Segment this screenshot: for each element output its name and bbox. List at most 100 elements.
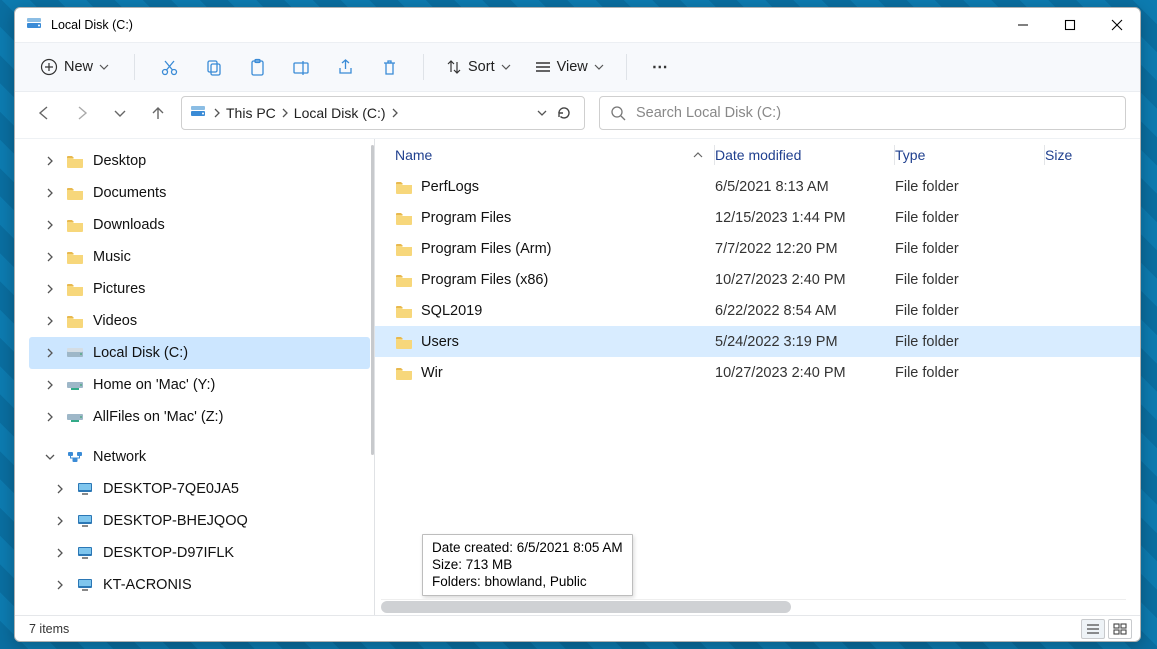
- new-label: New: [64, 59, 93, 75]
- drive-icon: [190, 105, 206, 121]
- back-button[interactable]: [35, 104, 53, 122]
- chevron-down-icon[interactable]: [536, 107, 548, 119]
- expander-icon[interactable]: [43, 156, 57, 166]
- share-button[interactable]: [325, 49, 365, 85]
- search-input[interactable]: [636, 105, 1115, 121]
- pc-icon: [75, 546, 95, 560]
- sidebar-item[interactable]: DESKTOP-D97IFLK: [29, 537, 374, 569]
- expander-icon[interactable]: [53, 580, 67, 590]
- sidebar-item[interactable]: DESKTOP-7QE0JA5: [29, 473, 374, 505]
- breadcrumb[interactable]: This PC Local Disk (C:): [181, 96, 585, 130]
- expander-icon[interactable]: [43, 252, 57, 262]
- expander-icon[interactable]: [43, 452, 57, 462]
- recent-button[interactable]: [111, 104, 129, 122]
- close-button[interactable]: [1093, 8, 1140, 42]
- file-type: File folder: [895, 334, 1045, 350]
- tooltip-line: Date created: 6/5/2021 8:05 AM: [432, 539, 623, 556]
- column-size[interactable]: Size: [1045, 139, 1072, 171]
- view-button[interactable]: View: [527, 54, 612, 80]
- new-button[interactable]: New: [29, 52, 120, 82]
- table-row[interactable]: Program Files12/15/2023 1:44 PMFile fold…: [375, 202, 1140, 233]
- file-name: Program Files: [421, 210, 511, 226]
- expander-icon[interactable]: [43, 380, 57, 390]
- expander-icon[interactable]: [53, 548, 67, 558]
- delete-button[interactable]: [369, 49, 409, 85]
- tooltip: Date created: 6/5/2021 8:05 AM Size: 713…: [422, 534, 633, 596]
- table-row[interactable]: Program Files (x86)10/27/2023 2:40 PMFil…: [375, 264, 1140, 295]
- crumb-local-disk[interactable]: Local Disk (C:): [294, 105, 386, 121]
- pc-icon: [75, 578, 95, 592]
- sidebar-item[interactable]: Home on 'Mac' (Y:): [29, 369, 374, 401]
- sidebar-item-label: Documents: [93, 185, 166, 201]
- file-name: SQL2019: [421, 303, 482, 319]
- sort-button[interactable]: Sort: [438, 54, 519, 80]
- expander-icon[interactable]: [53, 484, 67, 494]
- sidebar-item[interactable]: Local Disk (C:): [29, 337, 370, 369]
- file-name: Program Files (Arm): [421, 241, 552, 257]
- expander-icon[interactable]: [43, 220, 57, 230]
- rename-button[interactable]: [281, 49, 321, 85]
- forward-button[interactable]: [73, 104, 91, 122]
- column-type[interactable]: Type: [895, 139, 1045, 171]
- sidebar-item-label: Desktop: [93, 153, 146, 169]
- folder-icon: [395, 211, 413, 225]
- tooltip-line: Folders: bhowland, Public: [432, 573, 623, 590]
- expander-icon[interactable]: [53, 516, 67, 526]
- file-date: 12/15/2023 1:44 PM: [715, 210, 895, 226]
- chevron-right-icon[interactable]: [212, 108, 222, 118]
- copy-button[interactable]: [193, 49, 233, 85]
- horizontal-scrollbar[interactable]: [381, 599, 1126, 613]
- sidebar-item[interactable]: Videos: [29, 305, 374, 337]
- separator: [423, 54, 424, 80]
- expander-icon[interactable]: [43, 284, 57, 294]
- column-name[interactable]: Name: [395, 139, 715, 171]
- sidebar-item[interactable]: KT-ACRONIS: [29, 569, 374, 601]
- table-row[interactable]: SQL20196/22/2022 8:54 AMFile folder: [375, 295, 1140, 326]
- expander-icon[interactable]: [43, 316, 57, 326]
- folder-icon: [65, 154, 85, 168]
- more-button[interactable]: ⋯: [641, 49, 681, 85]
- sidebar-item[interactable]: AllFiles on 'Mac' (Z:): [29, 401, 374, 433]
- file-type: File folder: [895, 365, 1045, 381]
- paste-button[interactable]: [237, 49, 277, 85]
- minimize-button[interactable]: [999, 8, 1046, 42]
- column-date[interactable]: Date modified: [715, 139, 895, 171]
- up-button[interactable]: [149, 104, 167, 122]
- separator: [134, 54, 135, 80]
- chevron-down-icon: [99, 62, 109, 72]
- thumbnails-view-button[interactable]: [1108, 619, 1132, 639]
- sidebar-item[interactable]: Network: [29, 441, 374, 473]
- table-row[interactable]: Wir10/27/2023 2:40 PMFile folder: [375, 357, 1140, 388]
- chevron-right-icon[interactable]: [390, 108, 400, 118]
- sidebar-item[interactable]: Downloads: [29, 209, 374, 241]
- content-area: Name Date modified Type Size PerfLogs6/5…: [375, 139, 1140, 615]
- sidebar-item[interactable]: Music: [29, 241, 374, 273]
- expander-icon[interactable]: [43, 188, 57, 198]
- navigation-row: This PC Local Disk (C:): [15, 92, 1140, 138]
- expander-icon[interactable]: [43, 412, 57, 422]
- folder-icon: [65, 218, 85, 232]
- sidebar-item[interactable]: Desktop: [29, 145, 374, 177]
- scrollbar[interactable]: [371, 145, 374, 455]
- titlebar[interactable]: Local Disk (C:): [15, 8, 1140, 42]
- file-name: PerfLogs: [421, 179, 479, 195]
- sidebar-item-label: KT-ACRONIS: [103, 577, 192, 593]
- table-row[interactable]: Users5/24/2022 3:19 PMFile folder: [375, 326, 1140, 357]
- sidebar-item[interactable]: DESKTOP-BHEJQOQ: [29, 505, 374, 537]
- sidebar-item[interactable]: Pictures: [29, 273, 374, 305]
- expander-icon[interactable]: [43, 348, 57, 358]
- file-name: Wir: [421, 365, 443, 381]
- details-view-button[interactable]: [1081, 619, 1105, 639]
- cut-button[interactable]: [149, 49, 189, 85]
- maximize-button[interactable]: [1046, 8, 1093, 42]
- search-box[interactable]: [599, 96, 1126, 130]
- column-headers: Name Date modified Type Size: [375, 139, 1140, 171]
- sidebar[interactable]: Desktop Documents DownloadsMusicPicturesVi…: [15, 139, 375, 615]
- sidebar-item-label: DESKTOP-7QE0JA5: [103, 481, 239, 497]
- table-row[interactable]: Program Files (Arm)7/7/2022 12:20 PMFile…: [375, 233, 1140, 264]
- sidebar-item[interactable]: Documents: [29, 177, 374, 209]
- crumb-this-pc[interactable]: This PC: [226, 105, 276, 121]
- refresh-button[interactable]: [552, 101, 576, 125]
- chevron-right-icon[interactable]: [280, 108, 290, 118]
- table-row[interactable]: PerfLogs6/5/2021 8:13 AMFile folder: [375, 171, 1140, 202]
